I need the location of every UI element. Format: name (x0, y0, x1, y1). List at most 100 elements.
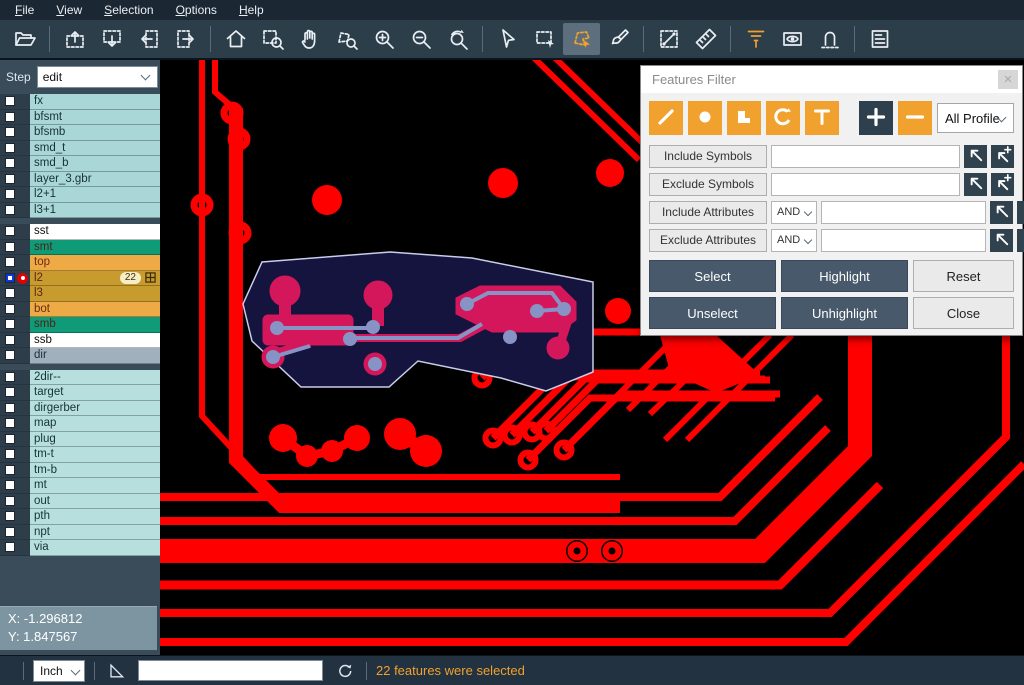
exclude-symbols-button[interactable]: Exclude Symbols (649, 173, 767, 196)
layer-name-bar[interactable]: dirgerber (30, 401, 160, 417)
layer-name-bar[interactable]: target (30, 385, 160, 401)
layer-name-bar[interactable]: via (30, 540, 160, 556)
menu-help[interactable]: Help (228, 1, 275, 19)
layer-row-layer_3.gbr[interactable]: layer_3.gbr (0, 172, 160, 188)
layer-row-plug[interactable]: plug (0, 432, 160, 448)
snap-button[interactable] (811, 23, 848, 55)
layer-row-pth[interactable]: pth (0, 509, 160, 525)
pan-hand-button[interactable] (291, 23, 328, 55)
reset-button[interactable]: Reset (913, 260, 1014, 292)
layer-row-l3+1[interactable]: l3+1 (0, 203, 160, 219)
layer-name-bar[interactable]: sst (30, 224, 160, 240)
layer-checkbox[interactable] (5, 205, 15, 215)
menu-options[interactable]: Options (165, 1, 228, 19)
layer-row-smd_b[interactable]: smd_b (0, 156, 160, 172)
layer-row-map[interactable]: map (0, 416, 160, 432)
layer-checkbox[interactable] (5, 496, 15, 506)
layer-checkbox[interactable] (5, 449, 15, 459)
clear-brush-button[interactable] (600, 23, 637, 55)
layer-name-bar[interactable]: out (30, 494, 160, 510)
step-select[interactable]: edit (37, 66, 158, 88)
layer-row-2dir--[interactable]: 2dir-- (0, 370, 160, 386)
layer-checkbox[interactable] (5, 372, 15, 382)
layer-checkbox[interactable] (5, 304, 15, 314)
select-button[interactable]: Select (649, 260, 776, 292)
layer-checkbox[interactable] (5, 273, 15, 283)
layers-form-button[interactable] (861, 23, 898, 55)
filter-type-line-button[interactable] (649, 101, 683, 135)
layer-name-bar[interactable]: 2dir-- (30, 370, 160, 386)
send-bottom-button[interactable] (93, 23, 130, 55)
layer-checkbox[interactable] (5, 189, 15, 199)
pointer-button[interactable] (489, 23, 526, 55)
layer-row-tm-b[interactable]: tm-b (0, 463, 160, 479)
layer-checkbox[interactable] (5, 350, 15, 360)
features-filter-button[interactable] (737, 23, 774, 55)
layer-row-dir[interactable]: dir (0, 348, 160, 364)
layer-name-bar[interactable]: mt (30, 478, 160, 494)
filter-type-surface-button[interactable] (727, 101, 761, 135)
layer-name-bar[interactable]: bot (30, 302, 160, 318)
layer-name-bar[interactable]: l2+1 (30, 187, 160, 203)
include-symbols-pick-add-button[interactable] (991, 145, 1014, 168)
zoom-area-button[interactable] (254, 23, 291, 55)
layer-checkbox[interactable] (5, 319, 15, 329)
layer-row-fx[interactable]: fx (0, 94, 160, 110)
layer-name-bar[interactable]: map (30, 416, 160, 432)
layer-row-smt[interactable]: smt (0, 240, 160, 256)
include-symbols-pick-button[interactable] (964, 145, 987, 168)
include-attributes-pick-button[interactable] (990, 201, 1013, 224)
layer-row-target[interactable]: target (0, 385, 160, 401)
layer-row-npt[interactable]: npt (0, 525, 160, 541)
layer-checkbox[interactable] (5, 174, 15, 184)
send-right-button[interactable] (167, 23, 204, 55)
layer-row-l2[interactable]: l222 (0, 271, 160, 287)
zoom-out-button[interactable] (402, 23, 439, 55)
layer-name-bar[interactable]: smd_b (30, 156, 160, 172)
send-left-button[interactable] (130, 23, 167, 55)
home-button[interactable] (217, 23, 254, 55)
layer-name-bar[interactable]: plug (30, 432, 160, 448)
layer-name-bar[interactable]: l222 (30, 271, 160, 287)
menu-file[interactable]: File (4, 1, 45, 19)
layer-row-l2+1[interactable]: l2+1 (0, 187, 160, 203)
include-attributes-button[interactable]: Include Attributes (649, 201, 767, 224)
layer-row-l3[interactable]: l3 (0, 286, 160, 302)
layer-name-bar[interactable]: layer_3.gbr (30, 172, 160, 188)
view-options-button[interactable] (774, 23, 811, 55)
layer-name-bar[interactable]: top (30, 255, 160, 271)
layer-name-bar[interactable]: pth (30, 509, 160, 525)
layer-name-bar[interactable]: bfsmb (30, 125, 160, 141)
zoom-previous-button[interactable] (439, 23, 476, 55)
layer-checkbox[interactable] (5, 96, 15, 106)
layer-checkbox[interactable] (5, 403, 15, 413)
measure-point-button[interactable] (650, 23, 687, 55)
layer-checkbox[interactable] (5, 242, 15, 252)
layer-name-bar[interactable]: smd_t (30, 141, 160, 157)
command-input[interactable] (138, 660, 323, 681)
layer-name-bar[interactable]: smb (30, 317, 160, 333)
layer-checkbox[interactable] (5, 511, 15, 521)
refresh-icon[interactable] (333, 659, 357, 683)
layer-row-tm-t[interactable]: tm-t (0, 447, 160, 463)
layer-checkbox[interactable] (5, 158, 15, 168)
layer-row-top[interactable]: top (0, 255, 160, 271)
layer-checkbox[interactable] (5, 127, 15, 137)
layer-checkbox[interactable] (5, 434, 15, 444)
layer-checkbox[interactable] (5, 480, 15, 490)
layer-row-dirgerber[interactable]: dirgerber (0, 401, 160, 417)
highlight-button[interactable]: Highlight (781, 260, 908, 292)
unselect-button[interactable]: Unselect (649, 297, 776, 329)
polarity-positive-button[interactable] (859, 101, 893, 135)
layer-row-out[interactable]: out (0, 494, 160, 510)
layer-name-bar[interactable]: npt (30, 525, 160, 541)
layer-checkbox[interactable] (5, 112, 15, 122)
filter-type-pad-button[interactable] (688, 101, 722, 135)
menu-selection[interactable]: Selection (93, 1, 164, 19)
layer-row-sst[interactable]: sst (0, 224, 160, 240)
layer-checkbox[interactable] (5, 226, 15, 236)
layer-checkbox[interactable] (5, 257, 15, 267)
exclude-attributes-pick-add-button[interactable] (1017, 229, 1024, 252)
exclude-attributes-input[interactable] (821, 229, 986, 252)
layer-name-bar[interactable]: tm-b (30, 463, 160, 479)
